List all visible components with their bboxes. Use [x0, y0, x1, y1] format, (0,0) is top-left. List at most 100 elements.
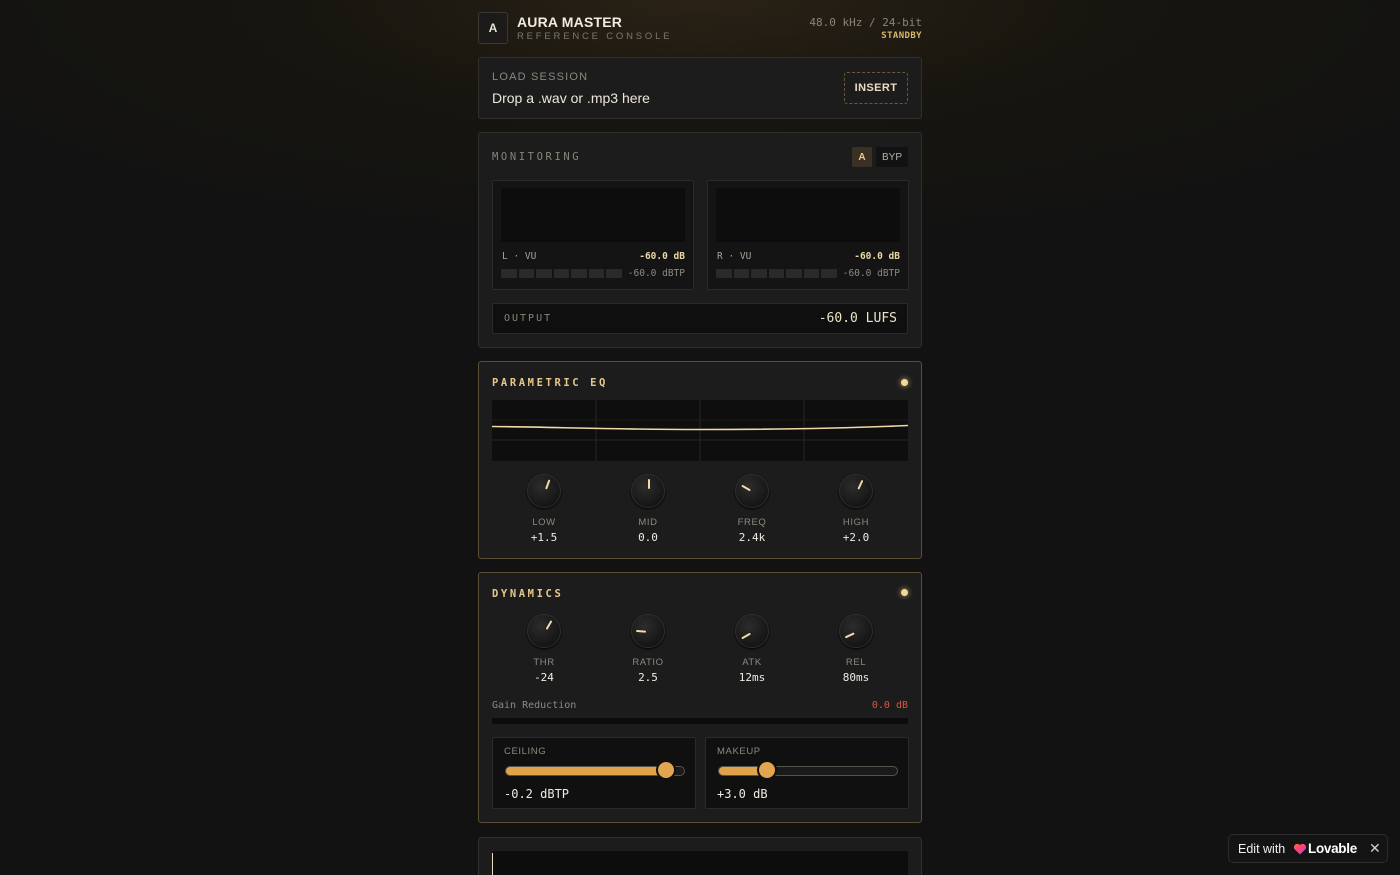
knob-dial[interactable] [527, 614, 561, 648]
app-header: A AURA MASTER REFERENCE CONSOLE 48.0 kHz… [478, 12, 922, 46]
knob-dial[interactable] [735, 474, 769, 508]
knob-label: HIGH [842, 517, 870, 528]
dynamics-active-led[interactable] [901, 589, 908, 596]
ceiling-fill [506, 767, 667, 775]
app-subtitle: REFERENCE CONSOLE [517, 31, 673, 42]
eq-curve-svg [492, 400, 908, 461]
insert-button[interactable]: INSERT [844, 72, 908, 104]
eq-knob-mid[interactable]: MID 0.0 [596, 474, 700, 548]
meter-true-peak: -60.0 dBTP [627, 268, 685, 279]
badge-edit-text: Edit with [1238, 842, 1286, 856]
ceiling-slider[interactable] [505, 762, 685, 778]
ceiling-control: CEILING -0.2 dBTP [492, 737, 696, 809]
meter-db: -60.0 dB [854, 251, 900, 262]
dynamics-knob-atk[interactable]: ATK 12ms [700, 614, 804, 688]
peak-segments [501, 269, 622, 278]
close-icon[interactable]: ✕ [1369, 840, 1381, 857]
waveform-display[interactable] [492, 851, 908, 875]
meter-display [501, 188, 685, 242]
load-session-dropzone[interactable]: LOAD SESSION Drop a .wav or .mp3 here IN… [478, 57, 922, 119]
knob-pointer [857, 479, 864, 490]
playhead[interactable] [492, 853, 493, 875]
status-badge: STANDBY [881, 31, 922, 41]
output-label: OUTPUT [504, 313, 553, 324]
eq-active-led[interactable] [901, 379, 908, 386]
knob-dial[interactable] [527, 474, 561, 508]
eq-title: PARAMETRIC EQ [492, 377, 608, 389]
knob-label: THR [533, 657, 555, 668]
knob-pointer [741, 484, 751, 492]
knob-label: LOW [532, 517, 556, 528]
ceiling-label: CEILING [504, 746, 547, 757]
knob-label: RATIO [632, 657, 664, 668]
meter-true-peak: -60.0 dBTP [842, 268, 900, 279]
eq-knob-high[interactable]: HIGH +2.0 [804, 474, 908, 548]
gain-reduction-value: 0.0 dB [871, 700, 908, 711]
badge-brand: Lovable [1308, 841, 1357, 856]
output-loudness: OUTPUT -60.0 LUFS [492, 303, 908, 334]
waveform-panel [478, 837, 922, 875]
gain-reduction-meter [492, 718, 908, 724]
bypass-button[interactable]: BYP [876, 147, 908, 167]
knob-label: ATK [742, 657, 762, 668]
right-meter: R · VU -60.0 dB -60.0 dBTP [707, 180, 909, 290]
meter-channel: L · VU [502, 251, 537, 262]
load-session-label: LOAD SESSION [492, 71, 589, 83]
knob-pointer [741, 632, 751, 640]
knob-dial[interactable] [631, 614, 665, 648]
sample-rate: 48.0 kHz / 24-bit [809, 16, 922, 29]
left-meter: L · VU -60.0 dB -60.0 dBTP [492, 180, 694, 290]
makeup-label: MAKEUP [717, 746, 761, 757]
knob-pointer [635, 629, 647, 633]
makeup-thumb[interactable] [759, 762, 776, 778]
knob-label: REL [845, 657, 867, 668]
drop-hint: Drop a .wav or .mp3 here [492, 90, 650, 106]
peak-segments [716, 269, 837, 278]
ceiling-thumb[interactable] [658, 762, 675, 778]
knob-pointer [844, 632, 855, 639]
makeup-slider[interactable] [718, 762, 898, 778]
knob-value: 0.0 [638, 531, 658, 544]
meter-display [716, 188, 900, 242]
gain-reduction-label: Gain Reduction [492, 700, 577, 711]
knob-dial[interactable] [839, 614, 873, 648]
output-value: -60.0 LUFS [818, 311, 897, 326]
eq-knob-low[interactable]: LOW +1.5 [492, 474, 596, 548]
ab-a-button[interactable]: A [852, 147, 872, 167]
edit-with-lovable-badge[interactable]: Edit with Lovable ✕ [1228, 834, 1388, 863]
monitoring-panel: MONITORING A BYP L · VU -60.0 dB -60.0 d… [478, 132, 922, 348]
parametric-eq-panel: PARAMETRIC EQ LOW +1.5 MID 0.0 FREQ 2.4k HIGH +… [478, 361, 922, 559]
dynamics-knobs: THR -24 RATIO 2.5 ATK 12ms REL 80ms [492, 614, 908, 688]
knob-value: +1.5 [530, 531, 558, 544]
dynamics-knob-thr[interactable]: THR -24 [492, 614, 596, 688]
app-logo: A [478, 12, 508, 44]
knob-dial[interactable] [631, 474, 665, 508]
dynamics-knob-ratio[interactable]: RATIO 2.5 [596, 614, 700, 688]
eq-knob-freq[interactable]: FREQ 2.4k [700, 474, 804, 548]
lovable-heart-icon [1293, 843, 1307, 855]
dynamics-knob-rel[interactable]: REL 80ms [804, 614, 908, 688]
knob-dial[interactable] [735, 614, 769, 648]
knob-pointer [648, 479, 650, 489]
app-title: AURA MASTER [517, 14, 623, 30]
eq-knobs: LOW +1.5 MID 0.0 FREQ 2.4k HIGH +2.0 [492, 474, 908, 548]
monitoring-title: MONITORING [492, 151, 582, 163]
knob-value: -24 [534, 671, 554, 684]
knob-value: 2.5 [638, 671, 658, 684]
knob-pointer [545, 620, 553, 630]
knob-value: +2.0 [842, 531, 870, 544]
knob-value: 2.4k [738, 531, 766, 544]
makeup-control: MAKEUP +3.0 dB [705, 737, 909, 809]
meter-channel: R · VU [717, 251, 752, 262]
meter-db: -60.0 dB [639, 251, 685, 262]
knob-label: MID [638, 517, 658, 528]
knob-value: 12ms [738, 671, 766, 684]
makeup-value: +3.0 dB [717, 787, 768, 801]
knob-pointer [545, 479, 551, 490]
ceiling-value: -0.2 dBTP [504, 787, 570, 801]
knob-value: 80ms [842, 671, 870, 684]
knob-dial[interactable] [839, 474, 873, 508]
dynamics-title: DYNAMICS [492, 588, 564, 600]
eq-curve-display [492, 400, 908, 461]
dynamics-panel: DYNAMICS THR -24 RATIO 2.5 ATK 12ms REL 80ms Ga… [478, 572, 922, 823]
